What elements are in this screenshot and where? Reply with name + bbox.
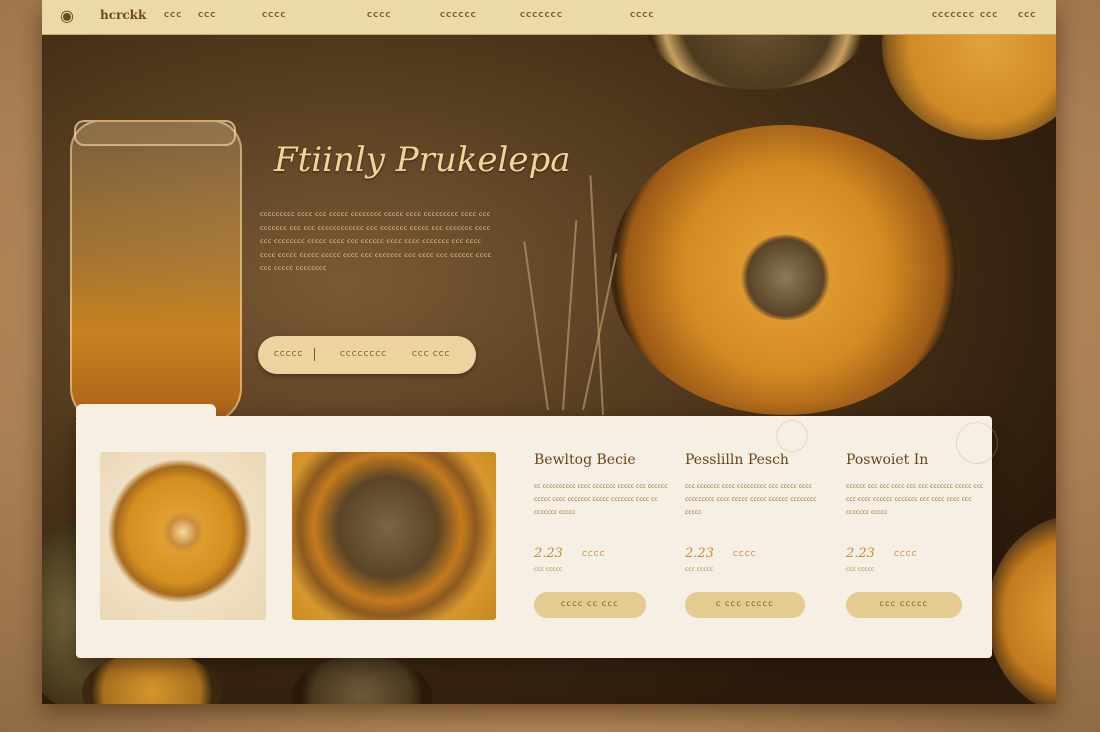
web-page: ◉ hcrckk CCC CCC CCCC CCCC CCCCCC CCCCCC… bbox=[42, 0, 1056, 704]
product-description: ccc ccccccc cccc ccccccccc ccc ccccc ccc… bbox=[685, 483, 817, 516]
product-button[interactable]: CCCC CC CCC bbox=[534, 592, 646, 618]
product-button[interactable]: C CCC CCCCC bbox=[685, 592, 805, 618]
corner-soup-bowl-image bbox=[987, 515, 1056, 704]
product-subtext: ccc ccccc bbox=[846, 566, 875, 573]
product-name[interactable]: Pesslilln Pesch bbox=[685, 452, 789, 468]
soup-bowl-photo[interactable] bbox=[100, 452, 266, 620]
herb-stem bbox=[589, 175, 604, 416]
product-unit: CCCC bbox=[733, 550, 757, 558]
floral-decoration bbox=[776, 420, 808, 452]
hero-cta-left-label[interactable]: CCCCC bbox=[274, 350, 303, 358]
herb-stem bbox=[562, 220, 578, 411]
panel-tab bbox=[76, 404, 216, 418]
hero-title: Ftiinly Prukelepa bbox=[274, 140, 571, 180]
nav-link[interactable]: CCCC bbox=[630, 11, 655, 19]
hero-description: ccccccccc cccc ccc ccccc cccccccc ccccc … bbox=[260, 210, 492, 272]
nav-link[interactable]: CCCCCCC bbox=[520, 11, 563, 19]
nav-link[interactable]: CCC bbox=[980, 11, 998, 19]
hero-cta-mid-label[interactable]: CCCCCCCC bbox=[340, 350, 387, 358]
product-subtext: ccc ccccc bbox=[685, 566, 714, 573]
product-description: cccccc ccc ccc cccc ccc ccc ccccccc cccc… bbox=[846, 483, 984, 516]
nav-link[interactable]: CCCC bbox=[367, 11, 392, 19]
nav-link[interactable]: CCC bbox=[198, 11, 216, 19]
soup-garnish-image bbox=[158, 507, 208, 557]
product-price: 2.23 bbox=[534, 546, 563, 561]
bottom-bowl-image bbox=[292, 656, 432, 704]
nav-link[interactable]: CCC bbox=[1018, 11, 1036, 19]
floral-decoration bbox=[956, 422, 998, 464]
cta-divider bbox=[314, 348, 315, 361]
product-price: 2.23 bbox=[685, 546, 714, 561]
nav-link[interactable]: CCCCCCC bbox=[932, 11, 975, 19]
hero-cta-pill[interactable]: CCCCC CCCCCCCC CCC CCC bbox=[258, 336, 476, 374]
nav-link[interactable]: CCC bbox=[164, 11, 182, 19]
product-button[interactable]: CCC CCCCC bbox=[846, 592, 962, 618]
product-panel: Bewltog Becie cc cccccccccc cccc ccccccc… bbox=[76, 404, 998, 658]
soup-garnish-image bbox=[738, 235, 833, 320]
pot-logo-icon[interactable]: ◉ bbox=[60, 6, 76, 26]
brand-name[interactable]: hcrckk bbox=[100, 8, 146, 22]
product-name[interactable]: Bewltog Becie bbox=[534, 452, 636, 468]
product-unit: CCCC bbox=[894, 550, 918, 558]
product-unit: CCCC bbox=[582, 550, 606, 558]
hero-cta-right-label[interactable]: CCC CCC bbox=[412, 350, 451, 358]
herb-stem bbox=[523, 241, 549, 411]
product-name[interactable]: Poswoiet In bbox=[846, 452, 928, 468]
product-description: cc cccccccccc cccc ccccccc ccccc ccc ccc… bbox=[534, 483, 668, 516]
nav-link[interactable]: CCCC bbox=[262, 11, 287, 19]
pickle-jar-image bbox=[70, 120, 242, 424]
product-subtext: ccc ccccc bbox=[534, 566, 563, 573]
top-navigation-bar: ◉ hcrckk CCC CCC CCCC CCCC CCCCCC CCCCCC… bbox=[42, 0, 1056, 35]
hero-soup-bowl-image bbox=[610, 125, 960, 415]
product-price: 2.23 bbox=[846, 546, 875, 561]
nav-link[interactable]: CCCCCC bbox=[440, 11, 477, 19]
noodle-bowl-photo[interactable] bbox=[292, 452, 496, 620]
